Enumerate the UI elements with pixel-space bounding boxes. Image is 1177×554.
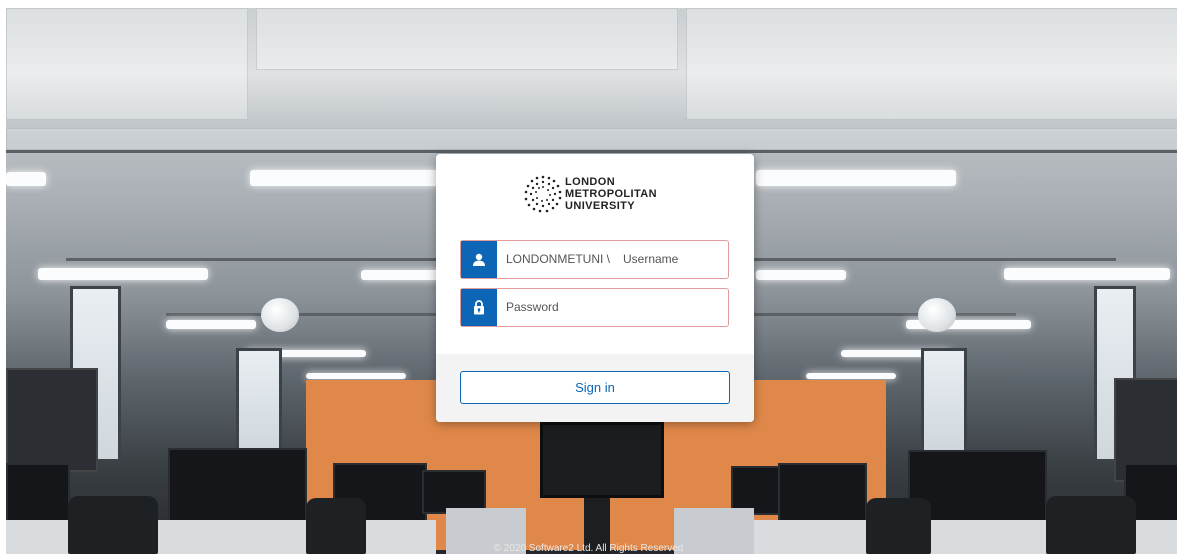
ceiling-light <box>6 172 46 186</box>
window <box>921 348 967 454</box>
ceiling-panel <box>6 128 1177 150</box>
ceiling-light <box>361 270 441 280</box>
copyright-text: © 2020 Software2 Ltd. All Rights Reserve… <box>493 543 684 554</box>
username-input[interactable]: Username <box>623 252 678 266</box>
wall-screen-left <box>6 368 98 472</box>
ceiling-truss <box>6 150 1177 153</box>
password-input[interactable]: Password <box>506 300 559 314</box>
logo-text-line: METROPOLITAN <box>565 188 657 200</box>
wall-display <box>540 422 664 498</box>
monitor <box>778 463 867 522</box>
user-icon <box>461 241 497 278</box>
logo-text-line: LONDON <box>565 176 616 188</box>
pendant-lamp <box>261 298 299 332</box>
password-field[interactable]: Password <box>460 288 729 327</box>
ceiling-light <box>38 268 208 280</box>
pendant-lamp <box>918 298 956 332</box>
ceiling-panel <box>256 8 678 70</box>
login-card: LONDON METROPOLITAN UNIVERSITY LONDONMET… <box>436 154 754 422</box>
ceiling-light <box>250 170 440 186</box>
username-field[interactable]: LONDONMETUNI \ Username <box>460 240 729 279</box>
window <box>236 348 282 454</box>
domain-prefix: LONDONMETUNI \ <box>506 252 611 266</box>
logo-text-line: UNIVERSITY <box>565 200 636 212</box>
monitor <box>6 463 70 522</box>
ceiling-light <box>806 373 896 379</box>
sign-in-button[interactable]: Sign in <box>460 371 730 404</box>
ceiling-light <box>1004 268 1170 280</box>
ceiling-light <box>756 270 846 280</box>
ceiling-light <box>166 320 256 329</box>
ceiling-light <box>756 170 956 186</box>
ceiling-panel <box>686 8 1177 120</box>
university-logo: LONDON METROPOLITAN UNIVERSITY <box>523 174 673 214</box>
lock-icon <box>461 289 497 326</box>
university-logo-mark-icon <box>524 175 562 213</box>
ceiling-panel <box>6 8 248 120</box>
ceiling-light <box>306 373 406 379</box>
